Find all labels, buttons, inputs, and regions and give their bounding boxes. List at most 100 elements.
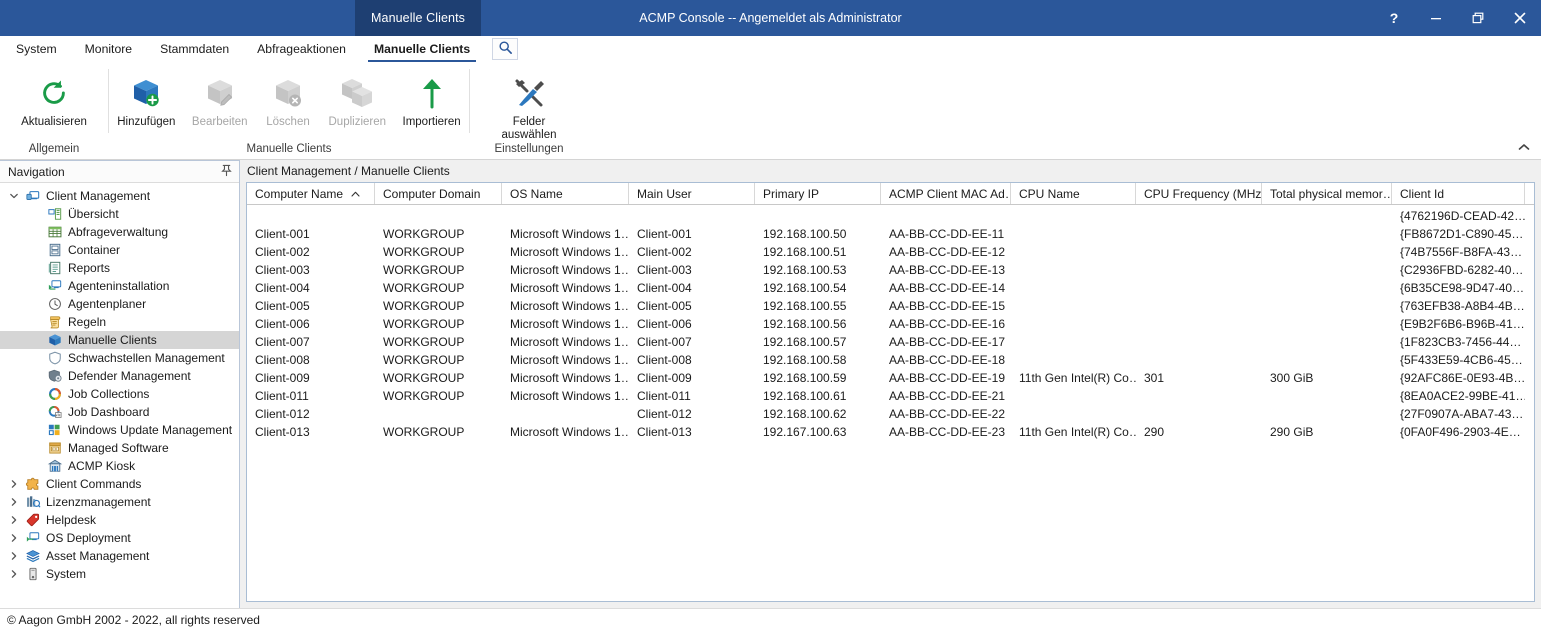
sidebar-item-system[interactable]: System xyxy=(0,565,239,583)
chevron-right-icon[interactable] xyxy=(6,515,22,525)
status-bar: © Aagon GmbH 2002 - 2022, all rights res… xyxy=(0,608,1541,630)
cell-main-user: Client-007 xyxy=(637,335,692,349)
minimize-button[interactable] xyxy=(1415,0,1457,36)
chevron-right-icon[interactable] xyxy=(6,569,22,579)
close-icon xyxy=(1514,12,1526,24)
sidebar-item-helpdesk[interactable]: Helpdesk xyxy=(0,511,239,529)
table-row[interactable]: Client-003 WORKGROUP Microsoft Windows 1… C… xyxy=(247,261,1534,279)
duplicate-label: Duplizieren xyxy=(328,116,387,128)
delete-button[interactable]: Löschen xyxy=(256,71,320,129)
cell-computer-domain: WORKGROUP xyxy=(383,299,465,313)
cell-computer-name: Client-001 xyxy=(255,227,310,241)
minimize-icon xyxy=(1430,12,1442,24)
table-row[interactable]: Client-008 WORKGROUP Microsoft Windows 1… C… xyxy=(247,351,1534,369)
cell-cpu-name: 11th Gen Intel(R) Co… xyxy=(1019,425,1136,439)
sidebar-item-job-collections[interactable]: Job Collections xyxy=(0,385,239,403)
sidebar-item-windows-update-management[interactable]: Windows Update Management xyxy=(0,421,239,439)
cell-primary-ip: 192.168.100.53 xyxy=(763,263,847,277)
table-row[interactable]: Client-005 WORKGROUP Microsoft Windows 1… C… xyxy=(247,297,1534,315)
table-row[interactable]: Client-013 WORKGROUP Microsoft Windows 1… C… xyxy=(247,423,1534,441)
sidebar-item-client-commands[interactable]: Client Commands xyxy=(0,475,239,493)
sidebar-item-regeln[interactable]: Regeln xyxy=(0,313,239,331)
ribbon-collapse-button[interactable] xyxy=(1513,138,1535,156)
table-row[interactable]: Client-001 WORKGROUP Microsoft Windows 1… C… xyxy=(247,225,1534,243)
chevron-right-icon[interactable] xyxy=(6,497,22,507)
table-row[interactable]: Client-007 WORKGROUP Microsoft Windows 1… C… xyxy=(247,333,1534,351)
chevron-right-icon[interactable] xyxy=(6,533,22,543)
chevron-down-icon[interactable] xyxy=(6,191,22,201)
table-row[interactable]: Client-011 WORKGROUP Microsoft Windows 1… C… xyxy=(247,387,1534,405)
close-button[interactable] xyxy=(1499,0,1541,36)
cell-computer-domain: WORKGROUP xyxy=(383,335,465,349)
restore-button[interactable] xyxy=(1457,0,1499,36)
chevron-right-icon[interactable] xyxy=(6,479,22,489)
tab-system[interactable]: System xyxy=(2,36,71,62)
cell-primary-ip: 192.167.100.63 xyxy=(763,425,847,439)
table-row[interactable]: Client-012 Client-012 192.168.100.62 AA-BB-… xyxy=(247,405,1534,423)
import-button[interactable]: Importieren xyxy=(395,71,469,129)
window-tab-manuelle-clients[interactable]: Manuelle Clients xyxy=(355,0,482,36)
sidebar-item-defender-management[interactable]: Defender Management xyxy=(0,367,239,385)
sidebar-item-label: Regeln xyxy=(68,315,107,329)
column-header-cpu-frequency-mhz[interactable]: CPU Frequency (MHz) xyxy=(1136,183,1262,204)
tab-stammdaten[interactable]: Stammdaten xyxy=(146,36,243,62)
sidebar-item-schwachstellen-management[interactable]: Schwachstellen Management xyxy=(0,349,239,367)
cell-os-name: Microsoft Windows 1… xyxy=(510,299,629,313)
column-header-computer-name[interactable]: Computer Name xyxy=(247,183,375,204)
sidebar-item-label: ACMP Kiosk xyxy=(68,459,136,473)
sidebar-item-label: Lizenzmanagement xyxy=(46,495,151,509)
sidebar-item-label: Container xyxy=(68,243,121,257)
sidebar-item-client-management[interactable]: Client Management xyxy=(0,187,239,205)
sidebar-item-container[interactable]: Container xyxy=(0,241,239,259)
sidebar-item-managed-software[interactable]: Managed Software xyxy=(0,439,239,457)
column-header-cpu-name[interactable]: CPU Name xyxy=(1011,183,1136,204)
duplicate-button[interactable]: Duplizieren xyxy=(321,71,395,129)
column-header-os-name[interactable]: OS Name xyxy=(502,183,629,204)
tab-manuelle-clients[interactable]: Manuelle Clients xyxy=(360,36,484,62)
cell-primary-ip: 192.168.100.55 xyxy=(763,299,847,313)
duplicate-box-icon xyxy=(340,73,374,113)
column-header-total-physical-memor[interactable]: Total physical memor… xyxy=(1262,183,1392,204)
column-header-acmp-client-mac-ad[interactable]: ACMP Client MAC Ad… xyxy=(881,183,1011,204)
sidebar-item-agentenplaner[interactable]: Agentenplaner xyxy=(0,295,239,313)
table-row[interactable]: {4762196D-CEAD-42… xyxy=(247,207,1534,225)
column-header-primary-ip[interactable]: Primary IP xyxy=(755,183,881,204)
tab-label: Monitore xyxy=(84,42,133,56)
sidebar-item-bersicht[interactable]: Übersicht xyxy=(0,205,239,223)
help-button[interactable]: ? xyxy=(1373,0,1415,36)
cell-os-name: Microsoft Windows 1… xyxy=(510,227,629,241)
tab-monitore[interactable]: Monitore xyxy=(71,36,146,62)
pin-button[interactable] xyxy=(220,164,233,180)
cell-os-name: Microsoft Windows 1… xyxy=(510,335,629,349)
cell-mac: AA-BB-CC-DD-EE-11 xyxy=(889,227,1005,241)
sidebar-item-job-dashboard[interactable]: Job Dashboard xyxy=(0,403,239,421)
sidebar-item-label: Client Management xyxy=(46,189,151,203)
refresh-button[interactable]: Aktualisieren xyxy=(13,71,95,129)
sidebar-item-abfrageverwaltung[interactable]: Abfrageverwaltung xyxy=(0,223,239,241)
table-row[interactable]: Client-004 WORKGROUP Microsoft Windows 1… C… xyxy=(247,279,1534,297)
chevron-right-icon[interactable] xyxy=(6,551,22,561)
table-row[interactable]: Client-006 WORKGROUP Microsoft Windows 1… C… xyxy=(247,315,1534,333)
sidebar-item-manuelle-clients[interactable]: Manuelle Clients xyxy=(0,331,239,349)
sidebar-item-reports[interactable]: Reports xyxy=(0,259,239,277)
select-fields-button[interactable]: Felder auswählen xyxy=(494,71,565,142)
column-header-client-id[interactable]: Client Id xyxy=(1392,183,1525,204)
clients-grid: Computer Name Computer Domain OS Name Main … xyxy=(246,182,1535,602)
sidebar-item-os-deployment[interactable]: OS Deployment xyxy=(0,529,239,547)
restore-icon xyxy=(1472,12,1484,24)
tab-abfrageaktionen[interactable]: Abfrageaktionen xyxy=(243,36,360,62)
add-button[interactable]: Hinzufügen xyxy=(109,71,183,129)
edit-button[interactable]: Bearbeiten xyxy=(184,71,256,129)
search-button[interactable] xyxy=(492,38,519,60)
column-header-label: Client Id xyxy=(1400,186,1445,201)
sidebar-item-agenteninstallation[interactable]: Agenteninstallation xyxy=(0,277,239,295)
cell-computer-name: Client-008 xyxy=(255,353,310,367)
column-header-computer-domain[interactable]: Computer Domain xyxy=(375,183,502,204)
ribbon-group-manuelle-clients: Hinzufügen Bearbeiten Löschen Dupliziere… xyxy=(109,63,469,159)
column-header-main-user[interactable]: Main User xyxy=(629,183,755,204)
sidebar-item-asset-management[interactable]: Asset Management xyxy=(0,547,239,565)
sidebar-item-lizenzmanagement[interactable]: Lizenzmanagement xyxy=(0,493,239,511)
table-row[interactable]: Client-009 WORKGROUP Microsoft Windows 1… C… xyxy=(247,369,1534,387)
table-row[interactable]: Client-002 WORKGROUP Microsoft Windows 1… C… xyxy=(247,243,1534,261)
sidebar-item-acmp-kiosk[interactable]: ACMP Kiosk xyxy=(0,457,239,475)
